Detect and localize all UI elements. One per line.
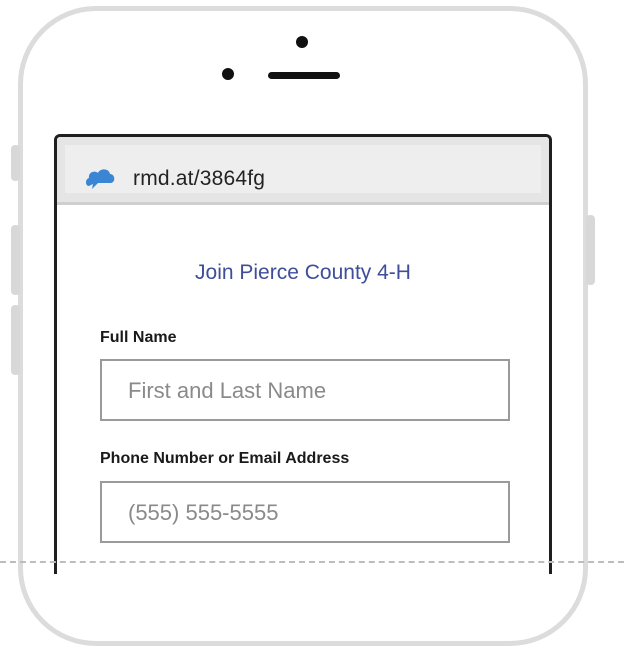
crop-divider (0, 561, 624, 563)
front-camera-dot (296, 36, 308, 48)
browser-address-bar: rmd.at/3864fg (57, 137, 549, 205)
phone-speaker (268, 72, 340, 79)
address-field[interactable]: rmd.at/3864fg (65, 145, 541, 193)
phone-volume-down-button (11, 305, 20, 375)
phone-volume-up-button (11, 225, 20, 295)
url-text[interactable]: rmd.at/3864fg (133, 167, 265, 191)
full-name-label: Full Name (100, 329, 177, 346)
phone-screen: rmd.at/3864fg Join Pierce County 4-H Ful… (54, 134, 552, 574)
contact-label: Phone Number or Email Address (100, 450, 350, 467)
cloud-icon (86, 169, 115, 189)
phone-power-button (586, 215, 595, 285)
full-name-input[interactable]: First and Last Name (100, 359, 510, 421)
full-name-placeholder: First and Last Name (128, 378, 327, 403)
form-title: Join Pierce County 4-H (195, 261, 411, 284)
proximity-sensor-dot (222, 68, 234, 80)
phone-mute-switch (11, 145, 20, 181)
contact-placeholder: (555) 555-5555 (128, 500, 279, 525)
contact-input[interactable]: (555) 555-5555 (100, 481, 510, 543)
